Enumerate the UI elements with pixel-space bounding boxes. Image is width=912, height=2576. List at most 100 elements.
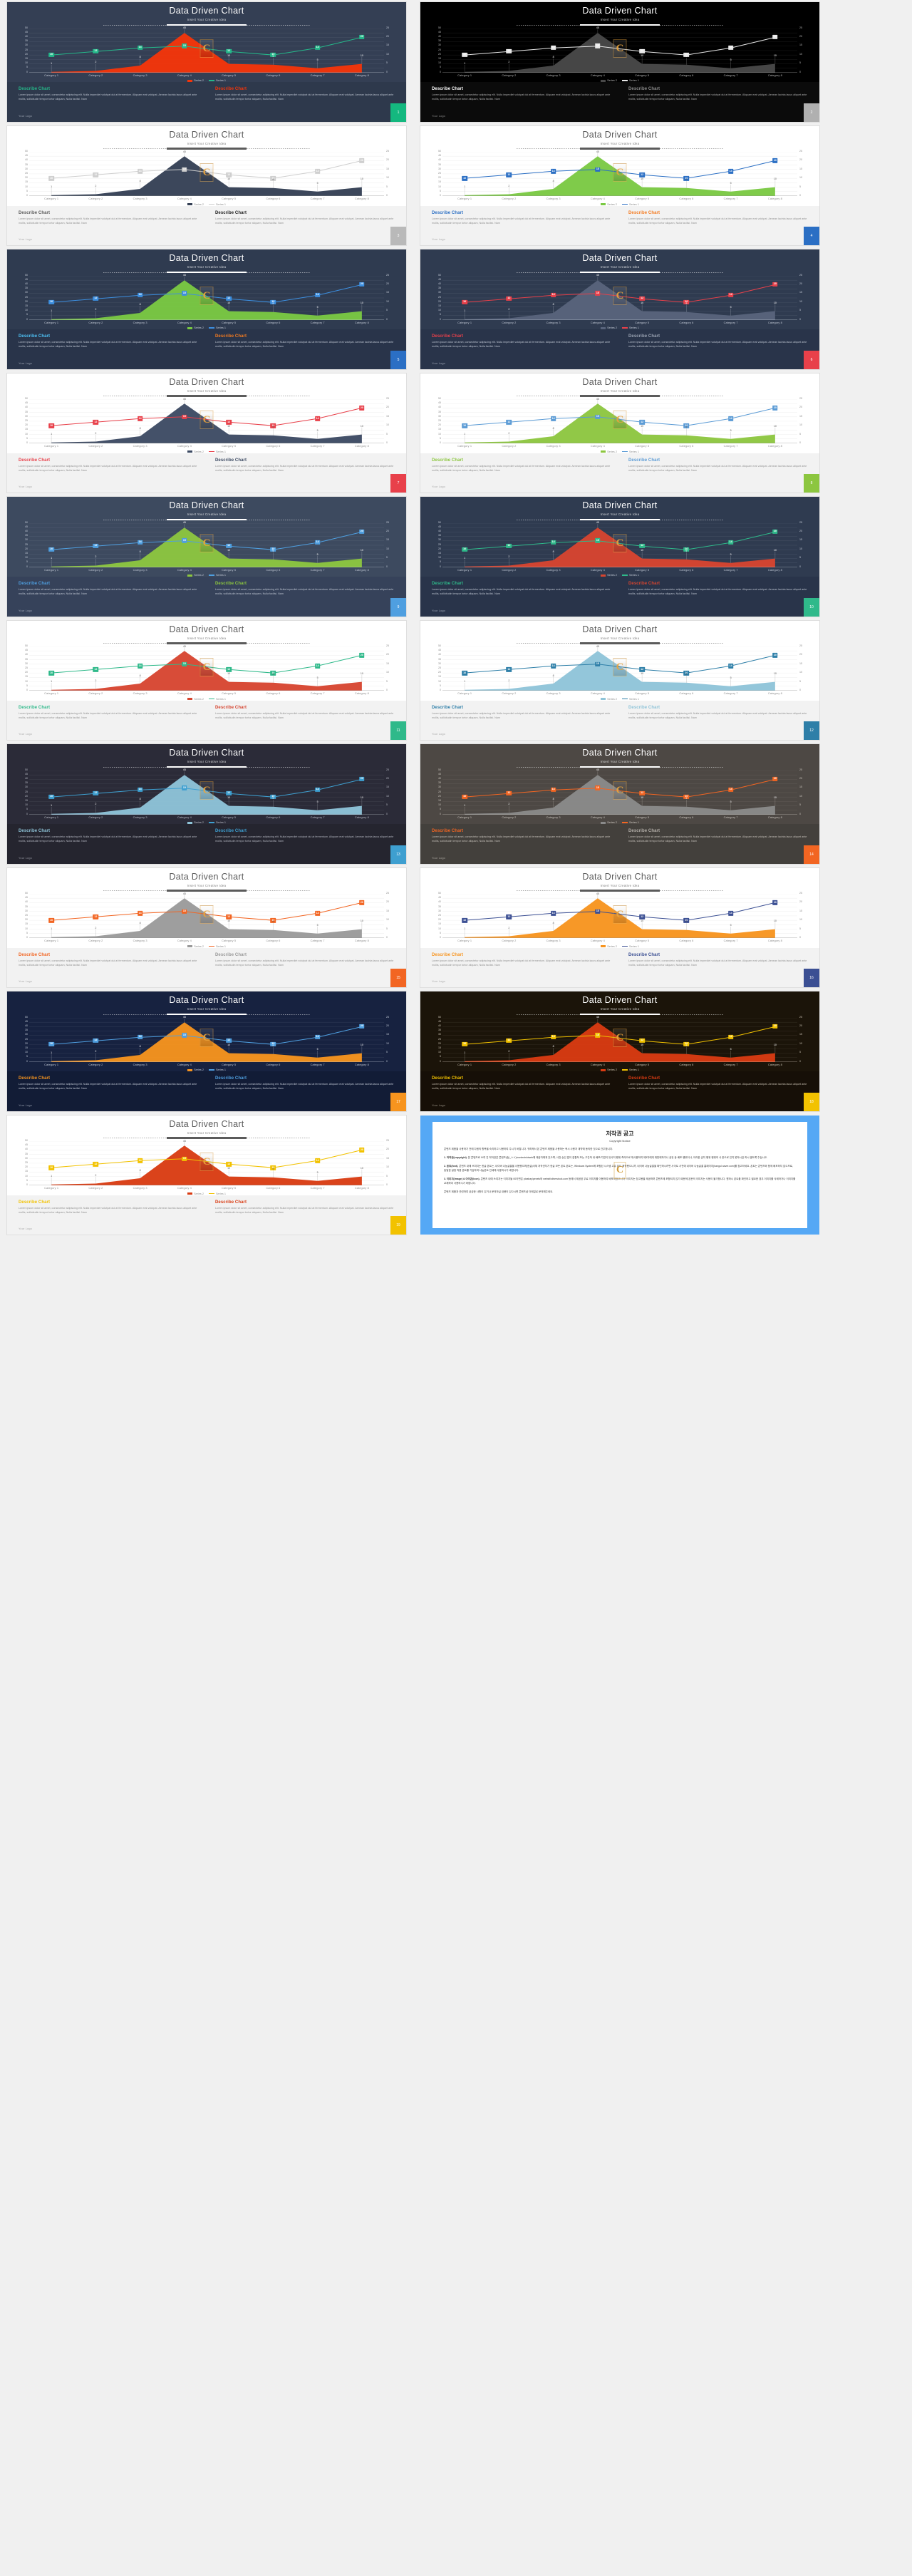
- line-point-label: 14: [727, 416, 734, 421]
- plot-canvas[interactable]: 10 12 14 15 12 10 14 20 1 2 8 45 10 9 5 10 C: [29, 1140, 384, 1185]
- slide-8[interactable]: Data Driven Chart Insert Your Creative I…: [420, 373, 819, 493]
- y-tick: 45: [438, 30, 441, 34]
- plot-canvas[interactable]: 10 12 14 15 12 10 14 20 1 2 8 45 10 9 5 10 C: [442, 769, 797, 815]
- plot-canvas[interactable]: 10 12 14 15 12 10 14 20 1 2 8 45 10 9 5 10 C: [442, 645, 797, 691]
- slide-15[interactable]: Data Driven Chart Insert Your Creative I…: [7, 867, 406, 987]
- plot-canvas[interactable]: 10 12 14 15 12 10 14 20 1 2 8 45 10 9 5 10 C: [29, 1016, 384, 1062]
- plot-canvas[interactable]: 10 12 14 15 12 10 14 20 1 2 8 45 10 9 5 10 C: [442, 398, 797, 443]
- slide-4[interactable]: Data Driven Chart Insert Your Creative I…: [420, 125, 819, 245]
- x-category-label-8: Category 8: [354, 939, 369, 942]
- y2-tick: 15: [799, 43, 802, 47]
- slide-3[interactable]: Data Driven Chart Insert Your Creative I…: [7, 125, 406, 245]
- line-point-label: 10: [462, 1041, 467, 1046]
- y-tick: 10: [25, 1051, 28, 1054]
- plot-canvas[interactable]: 10 12 14 15 12 10 14 20 1 2 8 45 10 9 5 10 C: [29, 645, 384, 691]
- footer-logo: Your Logo: [19, 238, 32, 241]
- y2-tick: 10: [799, 671, 802, 674]
- area-point-label: 2: [508, 308, 510, 311]
- slide-6[interactable]: Data Driven Chart Insert Your Creative I…: [420, 249, 819, 369]
- x-category-label-6: Category 6: [266, 320, 281, 324]
- x-category-label-3: Category 3: [546, 815, 561, 819]
- describe-heading: Describe Chart: [628, 87, 660, 91]
- slide-7[interactable]: Data Driven Chart Insert Your Creative I…: [7, 373, 406, 493]
- describe-heading: Describe Chart: [215, 829, 247, 833]
- y2-tick: 25: [799, 1015, 802, 1019]
- slide-9[interactable]: Data Driven Chart Insert Your Creative I…: [7, 497, 406, 617]
- plot-canvas[interactable]: 10 12 14 15 12 10 14 20 1 2 8 45 10 9 5 10 C: [442, 1016, 797, 1062]
- x-category-label-1: Category 1: [44, 73, 59, 77]
- line-point-label: 10: [48, 299, 54, 304]
- x-category-label-4: Category 4: [590, 73, 605, 77]
- x-category-label-7: Category 7: [723, 197, 738, 200]
- describe-body: Lorem ipsum dolor sit amet, consectetur …: [19, 959, 197, 967]
- slide-17[interactable]: Data Driven Chart Insert Your Creative I…: [7, 991, 406, 1111]
- plot-canvas[interactable]: 10 12 14 15 12 10 14 20 1 2 8 45 10 9 5 10 C: [29, 769, 384, 815]
- y-tick: 50: [25, 26, 28, 29]
- area-point-label: 10: [227, 53, 231, 57]
- y2-tick: 0: [799, 70, 801, 73]
- plot-canvas[interactable]: 10 12 14 15 12 10 14 20 1 2 8 45 10 9 5 10 C: [29, 274, 384, 320]
- x-category-label-1: Category 1: [44, 320, 59, 324]
- area-point-label: 10: [227, 672, 231, 676]
- slide-14[interactable]: Data Driven Chart Insert Your Creative I…: [420, 744, 819, 864]
- slide-copyright[interactable]: 저작권 공고 Copyright Notice 콘텐츠 제품을 사용하기 전에 …: [420, 1115, 819, 1235]
- slide-5[interactable]: Data Driven Chart Insert Your Creative I…: [7, 249, 406, 369]
- watermark-logo: C: [613, 781, 627, 800]
- plot-canvas[interactable]: 10 12 14 15 12 10 14 20 1 2 8 45 10 9 5 10 C: [442, 150, 797, 196]
- describe-body: Lorem ipsum dolor sit amet, consectetur …: [432, 1083, 611, 1091]
- plot-canvas[interactable]: 10 12 14 15 12 10 14 20 1 2 8 45 10 9 5 10 C: [442, 27, 797, 73]
- slide-header: Data Driven Chart Insert Your Creative I…: [17, 6, 396, 26]
- y-tick: 25: [25, 419, 28, 423]
- slide-19[interactable]: Data Driven Chart Insert Your Creative I…: [7, 1115, 406, 1235]
- plot-canvas[interactable]: 10 12 14 15 12 10 14 20 1 2 8 45 10 9 5 10 C: [29, 892, 384, 938]
- plot-canvas[interactable]: 10 12 14 15 12 10 14 20 1 2 8 45 10 9 5 10 C: [442, 522, 797, 567]
- page-subtitle: Insert Your Creative Idea: [600, 265, 640, 269]
- describe-body: Lorem ipsum dolor sit amet, consectetur …: [628, 835, 807, 843]
- area-point-label: 10: [360, 301, 363, 304]
- y-tick: 50: [25, 520, 28, 524]
- slide-13[interactable]: Data Driven Chart Insert Your Creative I…: [7, 744, 406, 864]
- footer-logo: Your Logo: [432, 856, 445, 860]
- y2-tick: 25: [799, 520, 802, 524]
- plot-canvas[interactable]: 10 12 14 15 12 10 14 20 1 2 8 45 10 9 5 10 C: [442, 892, 797, 938]
- line-point-label: 12: [226, 172, 232, 177]
- line-point-label: 12: [506, 790, 512, 795]
- line-point-label: 10: [462, 547, 467, 552]
- describe-heading: Describe Chart: [19, 1200, 51, 1205]
- y2-tick: 20: [799, 777, 802, 780]
- y-tick: 30: [438, 291, 441, 294]
- x-category-label-7: Category 7: [310, 73, 325, 77]
- x-category-label-8: Category 8: [354, 444, 369, 448]
- slide-16[interactable]: Data Driven Chart Insert Your Creative I…: [420, 867, 819, 987]
- description-region: Describe Chart Lorem ipsum dolor sit ame…: [7, 453, 406, 493]
- footer-logo: Your Logo: [432, 733, 445, 736]
- area-point-label: 45: [182, 150, 186, 153]
- y-tick: 35: [25, 287, 28, 290]
- x-category-label-3: Category 3: [133, 197, 147, 200]
- slide-2[interactable]: Data Driven Chart Insert Your Creative I…: [420, 2, 819, 122]
- plot-canvas[interactable]: 10 12 14 15 12 10 14 20 1 2 8 45 10 9 5 10 C: [29, 150, 384, 196]
- slide-18[interactable]: Data Driven Chart Insert Your Creative I…: [420, 991, 819, 1111]
- plot-canvas[interactable]: 10 12 14 15 12 10 14 20 1 2 8 45 10 9 5 10 C: [29, 27, 384, 73]
- description-region: Describe Chart Lorem ipsum dolor sit ame…: [420, 453, 819, 493]
- line-point-label: 14: [314, 45, 321, 50]
- y-tick: 50: [25, 150, 28, 153]
- area-point-label: 10: [227, 177, 231, 181]
- slide-1[interactable]: Data Driven Chart Insert Your Creative I…: [7, 2, 406, 122]
- plot-box: 50 45 40 35 30 25 20 15 10 5 0 10 12 14 15 12 10 14 20 1 2 8…: [430, 274, 809, 320]
- slide-12[interactable]: Data Driven Chart Insert Your Creative I…: [420, 620, 819, 740]
- page-title: Data Driven Chart: [169, 871, 244, 882]
- plot-canvas[interactable]: 10 12 14 15 12 10 14 20 1 2 8 45 10 9 5 10 C: [442, 274, 797, 320]
- line-point-label: 20: [359, 282, 365, 287]
- watermark-logo: C: [200, 534, 214, 553]
- y2-tick: 15: [799, 662, 802, 666]
- slide-11[interactable]: Data Driven Chart Insert Your Creative I…: [7, 620, 406, 740]
- y2-tick: 5: [386, 803, 388, 807]
- chart-region: Data Driven Chart Insert Your Creative I…: [7, 126, 406, 206]
- plot-canvas[interactable]: 10 12 14 15 12 10 14 20 1 2 8 45 10 9 5 10 C: [29, 398, 384, 443]
- slide-10[interactable]: Data Driven Chart Insert Your Creative I…: [420, 497, 819, 617]
- line-point-label: 12: [506, 172, 512, 177]
- watermark-logo: C: [613, 534, 627, 553]
- plot-canvas[interactable]: 10 12 14 15 12 10 14 20 1 2 8 45 10 9 5 10 C: [29, 522, 384, 567]
- line-point-label: 20: [359, 776, 365, 782]
